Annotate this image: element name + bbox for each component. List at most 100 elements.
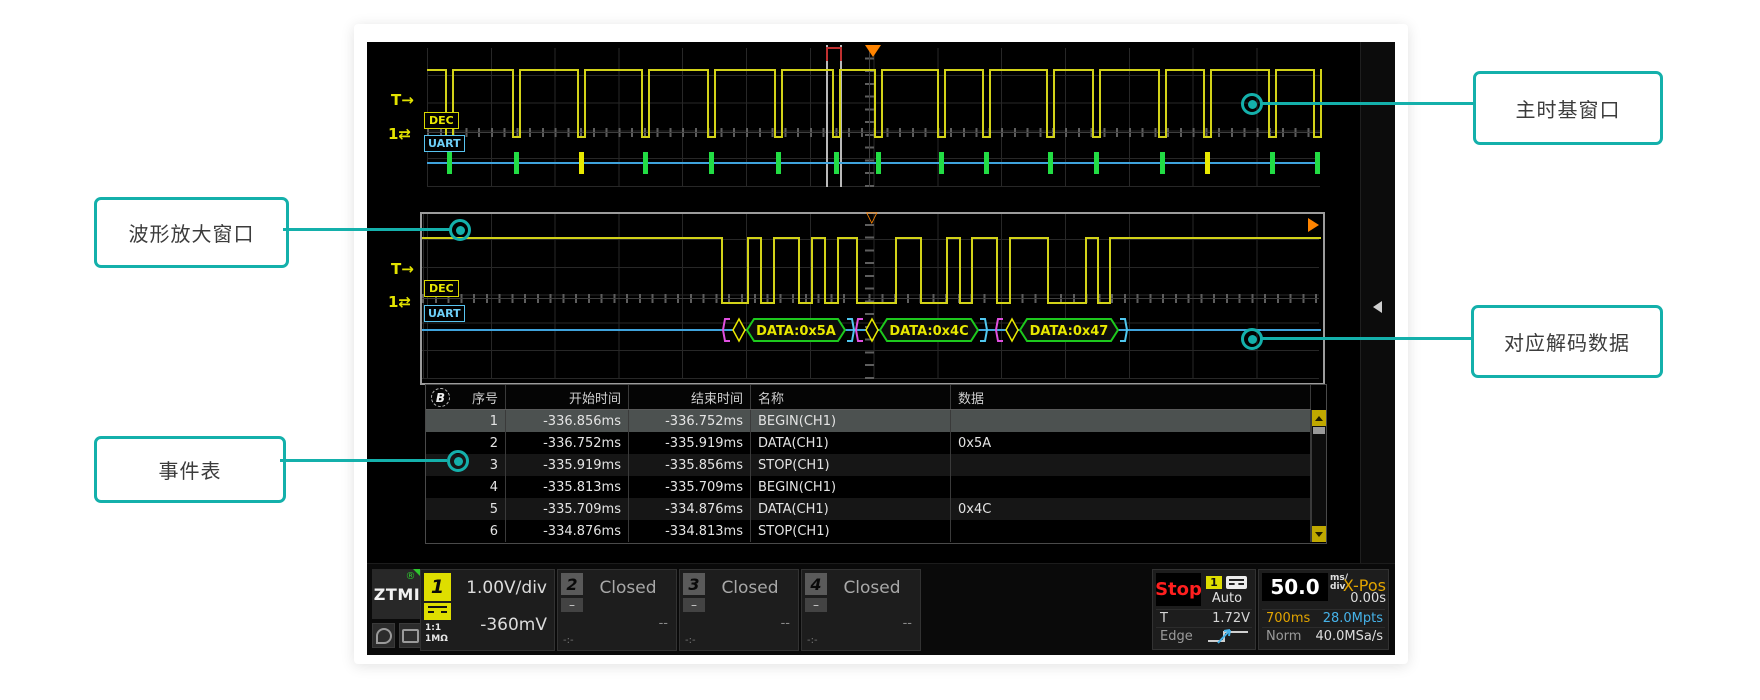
event-cell: BEGIN(CH1): [751, 410, 951, 432]
channel-sub-placeholder: -:-: [685, 635, 696, 646]
event-cell: -335.709ms: [629, 476, 751, 498]
zoom-right-edge-marker[interactable]: [1308, 218, 1319, 232]
event-cell: 4: [426, 476, 506, 498]
capture-window: 700ms: [1266, 611, 1310, 626]
channel-number-badge: 2: [561, 573, 583, 595]
event-cell: 2: [426, 432, 506, 454]
event-cell: DATA(CH1): [751, 498, 951, 520]
event-row[interactable]: 4-335.813ms-335.709msBEGIN(CH1): [426, 476, 1311, 498]
trigger-level-label-zoom[interactable]: T→: [391, 262, 414, 277]
channel-2-block[interactable]: 2–Closed---:-: [557, 569, 677, 651]
uart-data-label: DATA:0x5A: [756, 324, 836, 339]
channel-status: Closed: [588, 578, 668, 598]
event-cell: 6: [426, 520, 506, 542]
trigger-coupling-icon: [1226, 576, 1247, 589]
bus-icon[interactable]: B: [431, 388, 450, 407]
trigger-level-label-main[interactable]: T→: [391, 93, 414, 108]
channel-sub-placeholder: -:-: [807, 635, 818, 646]
trigger-type: Edge: [1160, 629, 1193, 644]
sample-rate: 40.0MSa/s: [1315, 629, 1383, 644]
xpos-value: 0.00s: [1350, 591, 1386, 606]
callout-dot-main-timebase: [1241, 93, 1263, 115]
event-row[interactable]: 3-335.919ms-335.856msSTOP(CH1): [426, 454, 1311, 476]
uart-data-label: DATA:0x4C: [889, 324, 968, 339]
callout-decode-data: 对应解码数据: [1471, 305, 1663, 378]
event-cell: -335.709ms: [506, 498, 629, 520]
brand-logo: ZTMI ®: [372, 569, 422, 619]
channel-4-block[interactable]: 4–Closed---:-: [801, 569, 921, 651]
scroll-down-button[interactable]: [1312, 526, 1326, 542]
event-row[interactable]: 2-336.752ms-335.919msDATA(CH1)0x5A: [426, 432, 1311, 454]
dec-label-main[interactable]: DEC: [424, 112, 459, 129]
trigger-level-key: T: [1160, 611, 1168, 626]
channel-number-badge: 4: [805, 573, 827, 595]
uart-label-main[interactable]: UART: [424, 135, 465, 152]
column-header-1: 开始时间: [506, 385, 629, 409]
input-impedance: 1MΩ: [425, 634, 448, 644]
event-cell: 5: [426, 498, 506, 520]
event-table-header: 序号开始时间结束时间名称数据B: [426, 385, 1311, 410]
column-header-3: 名称: [751, 385, 951, 409]
callout-line-decode-data: [1262, 337, 1471, 340]
column-header-4: 数据: [951, 385, 1311, 409]
scroll-up-button[interactable]: [1312, 410, 1326, 426]
touch-lock-button[interactable]: [372, 623, 395, 648]
trigger-status-block[interactable]: Stop 1 Auto T 1.72V Edge: [1152, 569, 1256, 650]
event-cell: -336.752ms: [629, 410, 751, 432]
touch-gesture-button[interactable]: [399, 623, 422, 648]
timebase-status-block[interactable]: 50.0 ms/ div X-Pos 0.00s 700ms 28.0Mpts …: [1258, 569, 1389, 650]
callout-event-table: 事件表: [94, 436, 286, 503]
event-cell: -335.856ms: [629, 454, 751, 476]
callout-dot-event-table: [447, 450, 469, 472]
ch1-marker-main[interactable]: 1⇄: [388, 127, 411, 142]
zoom-trigger-marker-icon[interactable]: ▽: [866, 210, 878, 224]
uart-startbit-diamond: [866, 319, 878, 341]
callout-line-event-table: [280, 459, 447, 462]
event-cell: [951, 454, 1311, 476]
callout-line-main-timebase: [1262, 102, 1473, 105]
brand-logo-text: ZTMI: [374, 585, 420, 604]
trigger-source-badge: 1: [1206, 576, 1222, 589]
acquisition-state: Stop: [1156, 573, 1201, 606]
coupling-placeholder: –: [561, 598, 583, 612]
channel-value-placeholder: --: [781, 616, 790, 631]
uart-label-zoom[interactable]: UART: [424, 305, 465, 322]
uart-startbit-diamond: [1006, 319, 1018, 341]
event-row[interactable]: 6-334.876ms-334.813msSTOP(CH1): [426, 520, 1311, 542]
event-cell: -335.919ms: [629, 432, 751, 454]
event-cell: 1: [426, 410, 506, 432]
uart-data-label: DATA:0x47: [1030, 324, 1109, 339]
event-cell: [951, 410, 1311, 432]
trigger-level-value: 1.72V: [1212, 611, 1250, 626]
event-row[interactable]: 5-335.709ms-334.876msDATA(CH1)0x4C: [426, 498, 1311, 520]
event-row[interactable]: 1-336.856ms-336.752msBEGIN(CH1): [426, 410, 1311, 432]
event-cell: BEGIN(CH1): [751, 476, 951, 498]
pointer-icon: [376, 628, 392, 644]
oscilloscope-screen: DATA:0x5ADATA:0x4CDATA:0x47 ▽ T→ DEC 1⇄ …: [367, 42, 1395, 655]
dc-coupling-icon: [424, 603, 451, 620]
callout-main-timebase: 主时基窗口: [1473, 71, 1663, 145]
callout-zoom-window: 波形放大窗口: [94, 197, 289, 268]
trigger-position-marker[interactable]: [865, 45, 881, 57]
trigger-sweep-mode: Auto: [1203, 591, 1251, 606]
event-cell: -336.856ms: [506, 410, 629, 432]
event-table: 序号开始时间结束时间名称数据B 1-336.856ms-336.752msBEG…: [425, 384, 1327, 544]
acquire-mode: Norm: [1266, 629, 1301, 644]
dec-label-zoom[interactable]: DEC: [424, 280, 459, 297]
volts-per-div: 1.00V/div: [466, 578, 547, 598]
event-cell: 0x5A: [951, 432, 1311, 454]
event-cell: -335.919ms: [506, 454, 629, 476]
event-cell: DATA(CH1): [751, 432, 951, 454]
callout-dot-decode-data: [1241, 328, 1263, 350]
event-cell: STOP(CH1): [751, 520, 951, 542]
event-table-scrollbar[interactable]: [1311, 410, 1326, 542]
status-bar: ZTMI ® 11:11MΩ1.00V/div-360mV2–Closed---…: [367, 563, 1395, 655]
channel-number-badge: 3: [683, 573, 705, 595]
channel-3-block[interactable]: 3–Closed---:-: [679, 569, 799, 651]
probe-ratio: 1:1: [425, 623, 441, 633]
scroll-thumb[interactable]: [1313, 427, 1325, 434]
event-cell: STOP(CH1): [751, 454, 951, 476]
ch1-marker-zoom[interactable]: 1⇄: [388, 295, 411, 310]
channel-1-block[interactable]: 11:11MΩ1.00V/div-360mV: [420, 569, 555, 651]
expand-menu-arrow[interactable]: [1373, 301, 1382, 313]
